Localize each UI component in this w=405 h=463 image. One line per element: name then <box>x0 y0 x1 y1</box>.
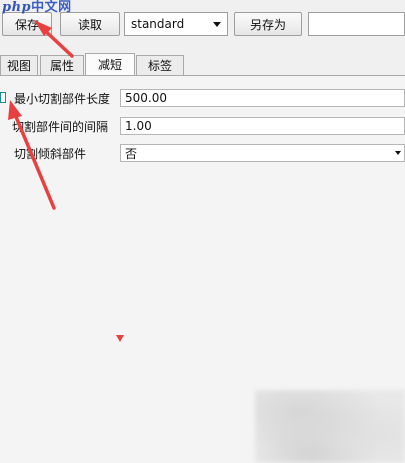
save-as-button[interactable]: 另存为 <box>234 12 302 36</box>
tab-labels[interactable]: 标签 <box>136 55 184 75</box>
min-part-length-value: 500.00 <box>125 91 167 105</box>
tab-view[interactable]: 视图 <box>0 55 38 75</box>
watermark-text: 中文网 <box>31 0 72 15</box>
tab-properties-label: 属性 <box>49 59 74 73</box>
tab-view-label: 视图 <box>6 59 31 73</box>
preset-dropdown[interactable]: standard <box>124 12 228 36</box>
tilt-parts-value: 否 <box>125 146 138 161</box>
name-input[interactable] <box>308 12 405 36</box>
tab-shorten-label: 减短 <box>97 58 122 72</box>
min-part-length-label: 最小切割部件长度 <box>14 91 111 106</box>
tab-shorten[interactable]: 减短 <box>85 53 135 75</box>
part-gap-input[interactable]: 1.00 <box>120 117 405 135</box>
tab-properties[interactable]: 属性 <box>40 55 84 75</box>
blurred-area <box>255 390 405 463</box>
tilt-parts-label: 切割倾斜部件 <box>14 146 87 161</box>
part-gap-label: 切割部件间的间隔 <box>12 119 109 134</box>
part-gap-value: 1.00 <box>125 119 152 133</box>
watermark-logo: php中文网 <box>2 0 72 16</box>
save-button-label: 保存 <box>14 17 39 32</box>
min-part-length-input[interactable]: 500.00 <box>120 89 405 107</box>
tilt-parts-select[interactable]: 否 <box>120 144 405 162</box>
chevron-down-icon <box>213 22 221 27</box>
preset-dropdown-value: standard <box>131 17 185 31</box>
watermark-php: php <box>2 0 32 15</box>
load-button-label: 读取 <box>77 17 102 32</box>
tab-labels-label: 标签 <box>147 59 172 73</box>
min-length-checkbox[interactable] <box>0 92 6 103</box>
chevron-down-icon <box>395 151 401 155</box>
save-as-button-label: 另存为 <box>249 17 286 32</box>
